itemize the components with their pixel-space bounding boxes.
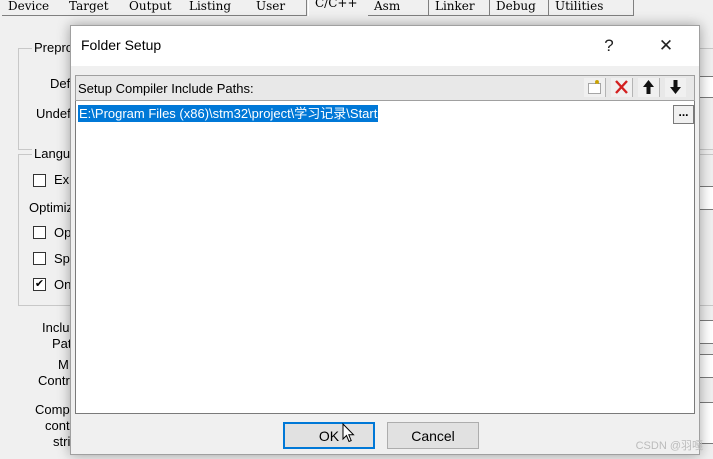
move-down-button[interactable] [665, 78, 686, 97]
optimization-label: Optimiz [29, 200, 74, 215]
dialog-title: Folder Setup [81, 37, 162, 53]
define-label: Def [50, 76, 71, 91]
compiler-label: Comp [35, 402, 70, 417]
tab-linker[interactable]: Linker [429, 0, 490, 16]
one-elf-checkbox[interactable]: ✔ [33, 278, 46, 291]
preprocessor-group-label: Prepro [32, 40, 76, 55]
tab-strip: Device Target Output Listing User C/C++ … [0, 0, 713, 18]
split-label: Sp [54, 251, 70, 266]
dialog-titlebar: Folder Setup ? ✕ [71, 26, 699, 66]
control-label: cont [45, 418, 70, 433]
include-label: Inclu [42, 320, 70, 335]
include-paths-list[interactable]: E:\Program Files (x86)\stm32\project\学习记… [75, 101, 695, 414]
include-paths-label: Setup Compiler Include Paths: [78, 81, 254, 96]
tab-c-cpp[interactable]: C/C++ [308, 0, 370, 16]
string-label: stri [53, 434, 71, 449]
tab-user[interactable]: User [250, 0, 307, 16]
help-button[interactable]: ? [597, 34, 621, 58]
ok-button[interactable]: OK [283, 422, 375, 449]
close-button[interactable]: ✕ [654, 34, 678, 58]
language-group-label: Langu [32, 146, 73, 161]
path-edit-field[interactable]: E:\Program Files (x86)\stm32\project\学习记… [78, 105, 379, 122]
folder-setup-dialog: Folder Setup ? ✕ Setup Compiler Include … [70, 25, 700, 455]
define-field[interactable] [698, 76, 713, 98]
mouse-cursor-icon [342, 422, 355, 446]
misc-field[interactable] [698, 186, 713, 210]
tab-debug[interactable]: Debug [490, 0, 549, 16]
cancel-button[interactable]: Cancel [387, 422, 479, 449]
execute-only-label: Ex [54, 172, 70, 187]
undefine-label: Undef [36, 106, 71, 121]
delete-path-button[interactable] [611, 78, 633, 97]
include-paths-header: Setup Compiler Include Paths: [75, 75, 695, 101]
tab-asm[interactable]: Asm [368, 0, 429, 16]
optimize-checkbox[interactable] [33, 226, 46, 239]
tab-target[interactable]: Target [63, 0, 125, 16]
new-folder-button[interactable] [584, 78, 606, 97]
misc-label: M [58, 357, 69, 372]
include-paths-field[interactable] [698, 320, 713, 344]
paths-label: Pat [52, 336, 72, 351]
tab-listing[interactable]: Listing [183, 0, 252, 16]
split-checkbox[interactable] [33, 252, 46, 265]
one-elf-label: On [54, 277, 72, 292]
list-item[interactable]: E:\Program Files (x86)\stm32\project\学习记… [78, 105, 694, 124]
optimize-label: Op [54, 225, 72, 240]
tab-device[interactable]: Device [2, 0, 65, 16]
browse-button[interactable]: ... [673, 105, 694, 124]
move-up-button[interactable] [638, 78, 660, 97]
tab-output[interactable]: Output [123, 0, 185, 16]
misc-controls-field[interactable] [698, 354, 713, 378]
execute-only-checkbox[interactable] [33, 174, 46, 187]
watermark: CSDN @羽嘎 [635, 440, 703, 452]
controls-label: Contr [38, 373, 70, 388]
tab-utilities[interactable]: Utilities [549, 0, 634, 16]
